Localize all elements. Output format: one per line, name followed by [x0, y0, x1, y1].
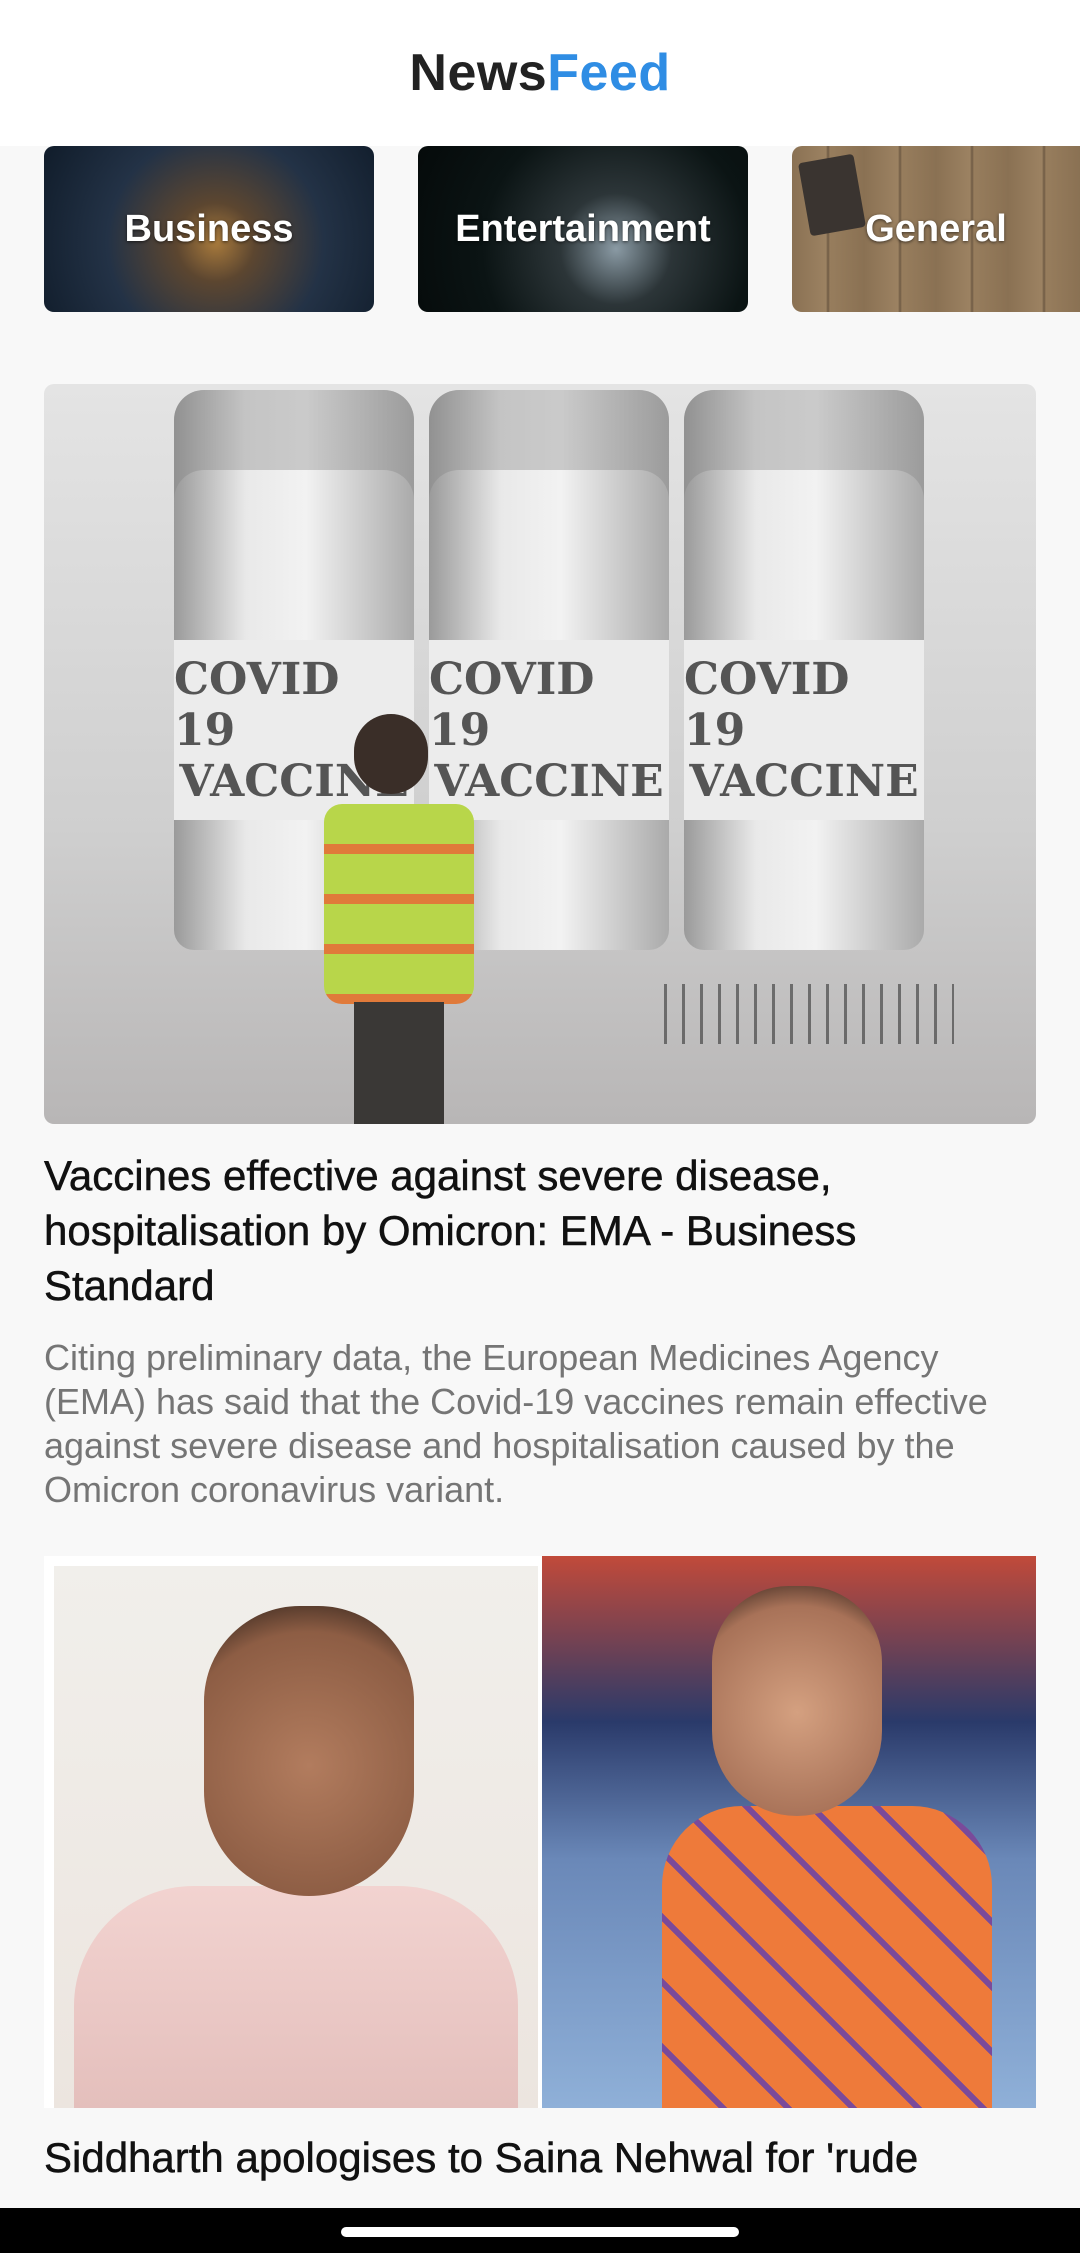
category-card-entertainment[interactable]: Entertainment	[418, 146, 748, 312]
photo-left-shirt	[74, 1886, 518, 2108]
photo-right-jersey	[662, 1806, 992, 2108]
app-title-news: News	[409, 44, 548, 102]
category-card-business[interactable]: Business	[44, 146, 374, 312]
worker-figure	[294, 714, 494, 1124]
syringe-graphic	[664, 984, 954, 1044]
photo-left-face	[204, 1606, 414, 1896]
article-title[interactable]: Vaccines effective against severe diseas…	[44, 1148, 1036, 1313]
category-label-business: Business	[124, 207, 294, 250]
category-label-general: General	[865, 207, 1007, 250]
vial-label-line2: VACCINE	[689, 755, 919, 807]
worker-head	[354, 714, 428, 794]
article-image-siddharth-saina[interactable]	[44, 1556, 1036, 2108]
worker-vest	[324, 804, 474, 1004]
photo-right	[542, 1556, 1036, 2108]
category-list: Business Entertainment General	[44, 146, 1080, 312]
vaccine-vial: COVID 19 VACCINE	[684, 390, 924, 950]
app-bar: NewsFeed	[0, 0, 1080, 146]
worker-legs	[354, 1002, 444, 1124]
vial-label: COVID 19 VACCINE	[684, 640, 924, 820]
home-indicator[interactable]	[341, 2227, 739, 2237]
article-title[interactable]: Siddharth apologises to Saina Nehwal for…	[44, 2130, 1064, 2185]
category-label-entertainment: Entertainment	[455, 207, 711, 250]
article-description: Citing preliminary data, the European Me…	[44, 1337, 988, 1510]
photo-right-face	[712, 1586, 882, 1816]
vial-label-line1: COVID 19	[684, 653, 850, 756]
photo-left	[54, 1566, 538, 2108]
app-title: NewsFeed	[409, 43, 670, 103]
article-image-vaccine[interactable]: COVID 19 VACCINE COVID 19 VACCINE COVID …	[44, 384, 1036, 1124]
category-card-general[interactable]: General	[792, 146, 1080, 312]
app-title-feed: Feed	[547, 44, 671, 102]
